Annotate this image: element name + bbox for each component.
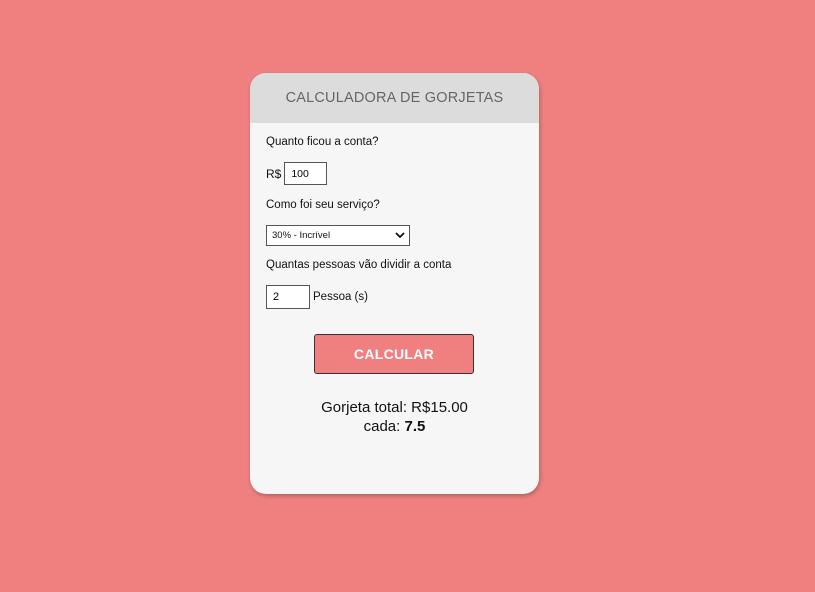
bill-question-label: Quanto ficou a conta? (266, 136, 379, 148)
page-title: CALCULADORA DE GORJETAS (285, 90, 504, 106)
card-header: CALCULADORA DE GORJETAS (250, 73, 539, 123)
people-row: Pessoa (s) (266, 285, 368, 309)
people-count-input[interactable] (266, 285, 310, 309)
total-tip-line: Gorjeta total: R$15.00 (250, 399, 539, 416)
total-tip-value: R$15.00 (411, 399, 468, 416)
service-question-label: Como foi seu serviço? (266, 199, 380, 211)
total-tip-label: Gorjeta total: (321, 399, 407, 416)
bill-amount-input[interactable] (284, 162, 328, 185)
chevron-down-icon (394, 230, 406, 242)
each-tip-label: cada: (363, 418, 401, 435)
calculate-button[interactable]: CALCULAR (314, 334, 474, 374)
each-tip-line: cada: 7.5 (250, 418, 539, 435)
people-question-label: Quantas pessoas vão dividir a conta (266, 259, 452, 271)
tip-calculator-card: CALCULADORA DE GORJETAS Quanto ficou a c… (250, 73, 539, 494)
service-quality-select[interactable]: 30% - Incrível (266, 225, 410, 246)
people-unit-label: Pessoa (s) (313, 291, 368, 303)
service-selected-value: 30% - Incrível (272, 230, 331, 241)
bill-row: R$ (266, 162, 328, 185)
currency-label: R$ (266, 166, 282, 181)
each-tip-value: 7.5 (404, 418, 426, 435)
